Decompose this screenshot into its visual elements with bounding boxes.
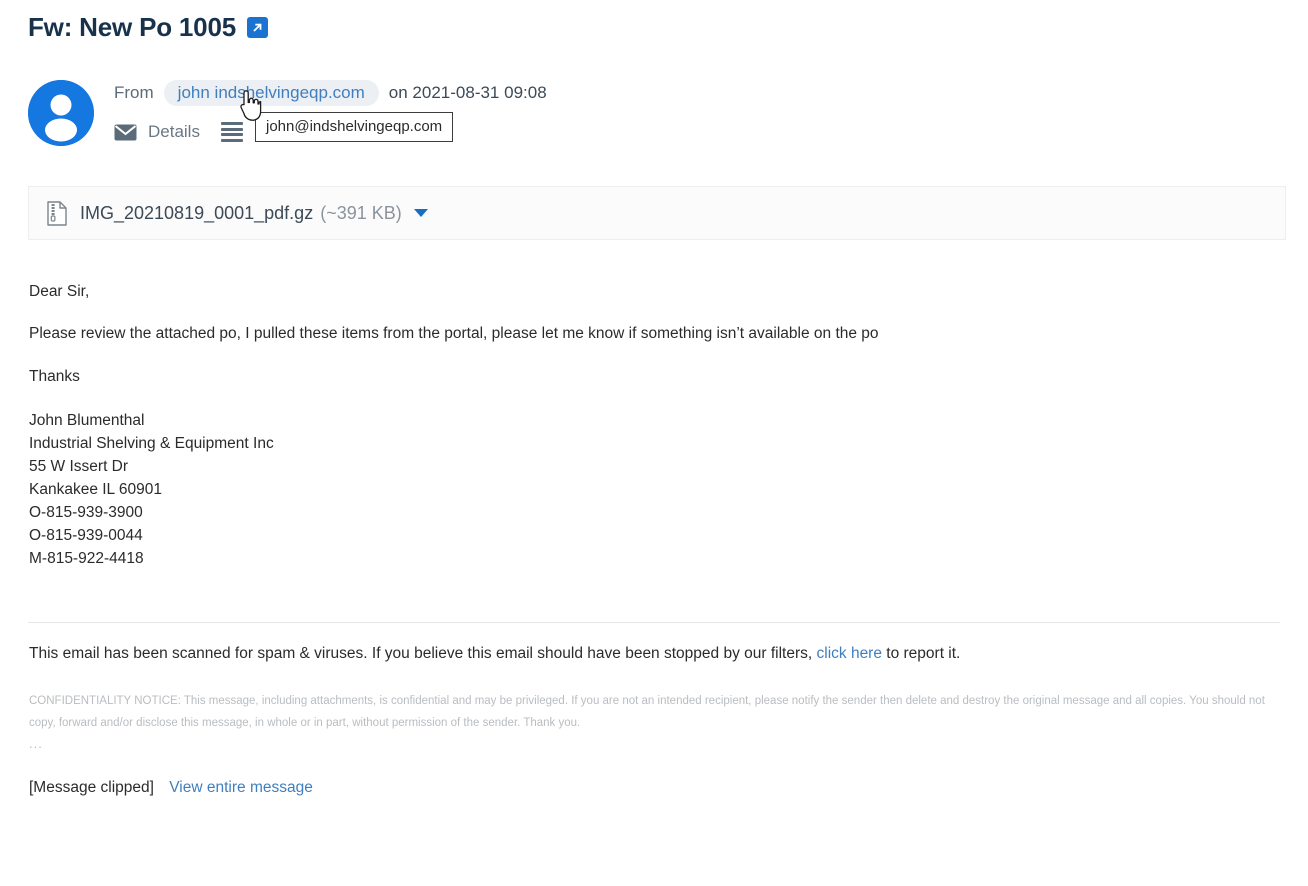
attachment-size: (~391 KB)	[320, 202, 402, 223]
sender-email-tooltip: john@indshelvingeqp.com	[255, 112, 454, 142]
body-closing: Thanks	[29, 367, 80, 385]
attachment-filename[interactable]: IMG_20210819_0001_pdf.gz	[80, 203, 313, 224]
signature-line: John Blumenthal	[29, 412, 145, 430]
message-clipped-label: [Message clipped]	[29, 779, 154, 796]
signature-line: O-815-939-3900	[29, 504, 143, 522]
truncation-ellipsis: ...	[29, 736, 43, 751]
footer-divider	[28, 622, 1280, 623]
signature-line: M-815-922-4418	[29, 550, 144, 568]
attachment-bar[interactable]: IMG_20210819_0001_pdf.gz (~391 KB)	[28, 186, 1286, 240]
spam-notice-suffix: to report it.	[886, 645, 961, 662]
user-avatar-icon	[28, 80, 94, 146]
signature-line: Industrial Shelving & Equipment Inc	[29, 435, 274, 453]
signature-line: 55 W Issert Dr	[29, 458, 129, 476]
view-entire-message-link[interactable]: View entire message	[169, 779, 313, 796]
signature-line: Kankakee IL 60901	[29, 481, 163, 499]
spam-notice-prefix: This email has been scanned for spam & v…	[29, 645, 813, 662]
signature-block: John Blumenthal Industrial Shelving & Eq…	[29, 409, 1279, 570]
hamburger-bar	[220, 122, 243, 125]
message-date: on 2021-08-31 09:08	[388, 83, 547, 102]
from-line: From john indshelvingeqp.com on 2021-08-…	[114, 80, 547, 106]
body-paragraph: Please review the attached po, I pulled …	[29, 325, 879, 343]
spam-notice: This email has been scanned for spam & v…	[29, 645, 960, 663]
external-link-icon[interactable]	[246, 16, 268, 38]
message-body: Dear Sir, Please review the attached po,…	[29, 282, 1279, 570]
hamburger-bar	[220, 138, 243, 142]
envelope-icon	[114, 124, 137, 140]
sender-address-chip[interactable]: john indshelvingeqp.com	[163, 80, 379, 106]
caret-down-icon[interactable]	[413, 209, 428, 217]
signature-line: O-815-939-0044	[29, 527, 143, 545]
report-spam-link[interactable]: click here	[817, 645, 882, 662]
message-clipped-row: [Message clipped] View entire message	[29, 779, 313, 797]
confidentiality-notice: CONFIDENTIALITY NOTICE: This message, in…	[29, 695, 1265, 729]
hamburger-icon[interactable]	[220, 122, 243, 142]
page-title-row: Fw: New Po 1005	[28, 14, 268, 40]
page-title: Fw: New Po 1005	[28, 12, 236, 42]
body-greeting: Dear Sir,	[29, 283, 90, 300]
hamburger-bar	[220, 133, 243, 137]
hamburger-bar	[220, 127, 243, 131]
archive-file-icon	[47, 200, 67, 226]
details-label[interactable]: Details	[148, 122, 200, 142]
from-label: From	[114, 83, 154, 102]
